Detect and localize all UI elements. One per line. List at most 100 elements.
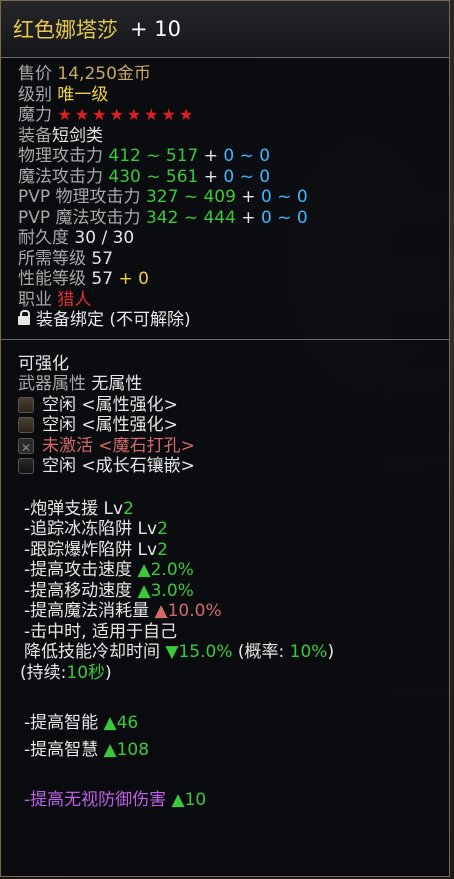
plus-sign: + xyxy=(235,207,261,228)
grade-label: 级别 xyxy=(18,84,52,105)
mag-atk-label: 魔法攻击力 xyxy=(18,166,103,187)
stat-row: -提高智慧 ▲108 xyxy=(24,740,449,761)
perf-level-label: 性能等级 xyxy=(18,269,86,289)
plus-sign: + xyxy=(235,187,261,207)
effect-row: -提高移动速度 ▲3.0% xyxy=(24,581,449,602)
socket-row: 空闲 <成长石镶嵌> xyxy=(18,456,449,477)
item-info: 售价 14,250金币 级别 唯一级 魔力 ★★★★★★★★ 装备短剑类 物理攻… xyxy=(1,58,449,331)
stat-value: ▲46 xyxy=(103,713,139,733)
price-value: 14,250金币 xyxy=(57,64,151,84)
effect-value: ▲10.0% xyxy=(154,601,222,621)
class-label: 职业 xyxy=(18,289,52,310)
duration-row: (持续:10秒) xyxy=(20,663,449,684)
pvp-phys-label: PVP 物理攻击力 xyxy=(18,187,141,207)
item-name: 红色娜塔莎 xyxy=(13,18,118,42)
mag-atk-row: 魔法攻击力 430 ~ 561 + 0 ~ 0 xyxy=(18,167,449,188)
mag-atk-bonus: 0 ~ 0 xyxy=(223,166,271,187)
skill-row: -追踪冰冻陷阱 Lv2 xyxy=(24,519,449,540)
bind-text: 装备绑定 (不可解除) xyxy=(36,310,191,330)
phys-atk-range: 412 ~ 517 xyxy=(108,146,199,166)
pvp-mag-label: PVP 魔法攻击力 xyxy=(18,207,141,228)
equip-type-label: 装备 xyxy=(18,125,52,146)
price-row: 售价 14,250金币 xyxy=(18,64,449,85)
enhance-title: 可强化 xyxy=(18,353,69,374)
weapon-attr-label: 武器属性 xyxy=(18,374,86,394)
effect-text: -提高攻击速度 xyxy=(24,560,138,580)
phys-atk-label: 物理攻击力 xyxy=(18,146,103,166)
cooldown-text: 降低技能冷却时间 xyxy=(24,642,166,662)
stat-value: ▲108 xyxy=(103,739,150,760)
ignore-def-value: ▲10 xyxy=(171,790,207,810)
skill-lv-label: Lv xyxy=(103,498,124,519)
phys-atk-row: 物理攻击力 412 ~ 517 + 0 ~ 0 xyxy=(18,146,449,167)
grade-value: 唯一级 xyxy=(57,84,109,105)
duration-value: 10秒 xyxy=(66,662,106,683)
skill-lv-value: 2 xyxy=(157,539,168,560)
locked-socket-icon xyxy=(18,437,34,458)
durability-label: 耐久度 xyxy=(18,228,69,248)
socket-icon xyxy=(18,417,34,434)
class-value: 猎人 xyxy=(57,289,92,310)
stat-text: -提高智能 xyxy=(24,713,104,733)
phys-atk-bonus: 0 ~ 0 xyxy=(223,146,271,166)
socket-icon xyxy=(18,396,34,413)
socket-text: 未激活 <魔石打孔> xyxy=(42,435,195,456)
socket-text: 空闲 <成长石镶嵌> xyxy=(42,456,195,477)
weapon-attr-value: 无属性 xyxy=(91,374,143,394)
on-hit-text: -击中时, 适用于自己 xyxy=(24,621,177,642)
chance-value: 10% xyxy=(289,642,328,662)
plus-sign: + xyxy=(198,146,224,166)
pvp-phys-bonus: 0 ~ 0 xyxy=(260,187,308,207)
ignore-def-section: -提高无视防御伤害 ▲10 xyxy=(1,760,449,811)
effect-value: ▲2.0% xyxy=(137,560,194,580)
mag-atk-range: 430 ~ 561 xyxy=(108,166,199,187)
perf-level-bonus: + 0 xyxy=(113,269,149,289)
chance-label: (概率: xyxy=(232,642,290,662)
stat-row: -提高智能 ▲46 xyxy=(24,713,449,734)
pvp-mag-bonus: 0 ~ 0 xyxy=(260,207,308,228)
equip-type-value: 短剑类 xyxy=(52,125,103,146)
perf-level-row: 性能等级 57 + 0 xyxy=(18,269,449,290)
chance-close: ) xyxy=(327,642,335,662)
durability-value: 30 / 30 xyxy=(74,228,135,248)
star-rating: ★★★★★★★★ xyxy=(57,105,197,124)
lock-icon xyxy=(18,310,30,327)
growth-socket-icon xyxy=(18,458,34,475)
cooldown-value: ▼15.0% xyxy=(165,642,233,662)
stat-text: -提高智慧 xyxy=(24,739,104,760)
socket-text: 空闲 <属性强化> xyxy=(42,394,178,415)
pvp-phys-row: PVP 物理攻击力 327 ~ 409 + 0 ~ 0 xyxy=(18,187,449,208)
grade-row: 级别 唯一级 xyxy=(18,85,449,106)
durability-row: 耐久度 30 / 30 xyxy=(18,228,449,249)
price-label: 售价 xyxy=(18,64,52,84)
magic-row: 魔力 ★★★★★★★★ xyxy=(18,105,449,126)
effect-text: -提高移动速度 xyxy=(24,580,138,601)
skill-row: -跟踪爆炸陷阱 Lv2 xyxy=(24,540,449,561)
ignore-def-text: -提高无视防御伤害 xyxy=(24,790,172,810)
skill-lv-value: 2 xyxy=(157,519,168,539)
skill-name: -炮弹支援 xyxy=(24,498,104,519)
req-level-row: 所需等级 57 xyxy=(18,249,449,270)
skill-lv-label: Lv xyxy=(137,519,158,539)
plus-sign: + xyxy=(198,166,224,187)
class-row: 职业 猎人 xyxy=(18,290,449,311)
pvp-phys-range: 327 ~ 409 xyxy=(145,187,236,207)
socket-row: 未激活 <魔石打孔> xyxy=(18,435,449,458)
skill-name: -追踪冰冻陷阱 xyxy=(24,519,138,539)
effect-value: ▲3.0% xyxy=(137,580,194,601)
duration-close: ) xyxy=(105,662,112,683)
effect-text: -提高魔法消耗量 xyxy=(24,601,155,621)
pvp-mag-range: 342 ~ 444 xyxy=(145,207,236,228)
ignore-def-row: -提高无视防御伤害 ▲10 xyxy=(24,790,449,811)
equip-type-row: 装备短剑类 xyxy=(18,126,449,147)
skill-lv-label: Lv xyxy=(137,539,158,560)
effect-row: -提高攻击速度 ▲2.0% xyxy=(24,560,449,581)
enhance-section: 可强化 武器属性 无属性 空闲 <属性强化> 空闲 <属性强化> 未激活 <魔石… xyxy=(1,340,449,477)
socket-row: 空闲 <属性强化> xyxy=(18,415,449,436)
skill-lv-value: 2 xyxy=(123,498,134,519)
skill-row: -炮弹支援 Lv2 xyxy=(24,499,449,520)
effect-row: -提高魔法消耗量 ▲10.0% xyxy=(24,601,449,622)
perf-level-value: 57 xyxy=(91,269,114,289)
item-enhance-level: + 10 xyxy=(130,17,181,41)
skills-section: -炮弹支援 Lv2 -追踪冰冻陷阱 Lv2 -跟踪爆炸陷阱 Lv2 -提高攻击速… xyxy=(1,477,449,684)
